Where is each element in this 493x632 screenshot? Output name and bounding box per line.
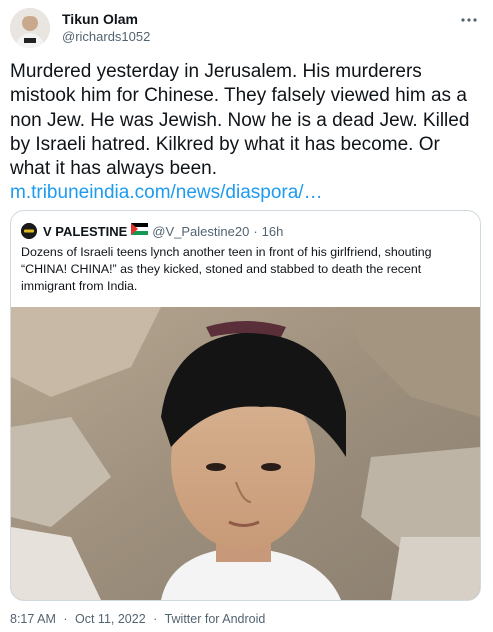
tweet-metadata: 8:17 AM · Oct 11, 2022 · Twitter for And… bbox=[10, 612, 265, 626]
tweet-body: Murdered yesterday in Jerusalem. His mur… bbox=[10, 60, 480, 206]
author-name[interactable]: Tikun Olam bbox=[62, 11, 150, 28]
separator: · bbox=[253, 223, 258, 239]
quoted-tweet-text: Dozens of Israeli teens lynch another te… bbox=[21, 245, 432, 293]
quoted-tweet-time[interactable]: 16h bbox=[262, 224, 284, 239]
author-avatar[interactable] bbox=[10, 8, 50, 48]
quoted-tweet-photo[interactable] bbox=[11, 307, 480, 600]
quoted-tweet-header: V PALESTINE @V_Palestine20 · 16h bbox=[21, 222, 283, 240]
tweet-link[interactable]: m.tribuneindia.com/news/diaspora/… bbox=[10, 181, 480, 205]
more-horizontal-icon[interactable] bbox=[457, 10, 481, 30]
tweet-time[interactable]: 8:17 AM bbox=[10, 612, 56, 626]
palestine-flag-icon bbox=[131, 222, 149, 240]
separator: · bbox=[153, 612, 158, 626]
tweet-header: Tikun Olam @richards1052 bbox=[10, 8, 485, 52]
quoted-author-handle[interactable]: @V_Palestine20 bbox=[152, 224, 249, 239]
tweet-source[interactable]: Twitter for Android bbox=[165, 612, 266, 626]
quoted-tweet[interactable]: V PALESTINE @V_Palestine20 · 16h Dozens … bbox=[10, 210, 481, 601]
quoted-author-name[interactable]: V PALESTINE bbox=[43, 224, 127, 239]
separator: · bbox=[63, 612, 68, 626]
author-handle[interactable]: @richards1052 bbox=[62, 28, 150, 46]
quoted-author-avatar[interactable] bbox=[21, 223, 37, 239]
tweet-text: Murdered yesterday in Jerusalem. His mur… bbox=[10, 61, 470, 180]
tweet-date[interactable]: Oct 11, 2022 bbox=[75, 612, 146, 626]
